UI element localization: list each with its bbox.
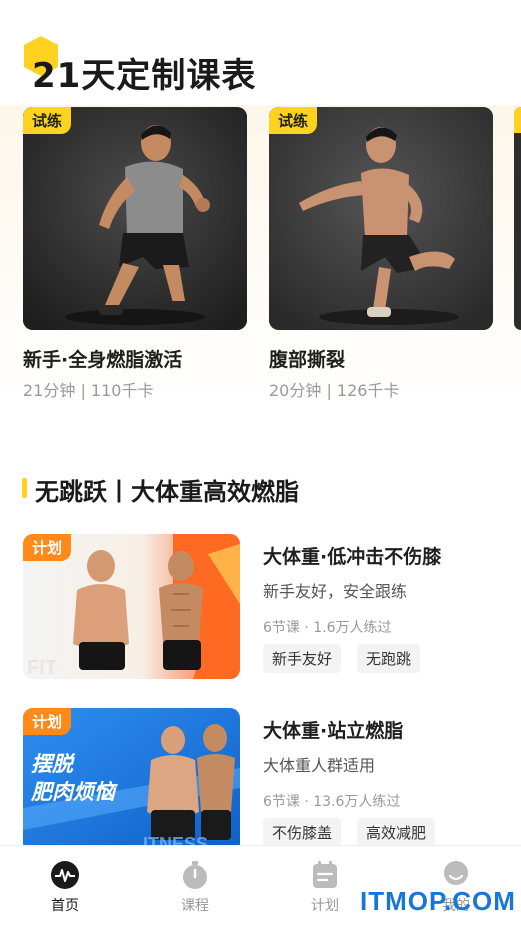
plan-stats: 6节课 · 1.6万人练过	[263, 620, 392, 636]
tab-courses[interactable]: 课程	[155, 860, 235, 915]
plan-thumbnail[interactable]: FIT 计划	[23, 534, 240, 679]
course-thumbnail[interactable]: 试练	[269, 107, 493, 330]
plan-chip: 无跑跳	[357, 644, 421, 673]
calendar-icon	[313, 861, 337, 888]
section-title: 21天定制课表	[32, 56, 257, 96]
course-meta: 20分钟 | 126千卡	[269, 381, 400, 400]
plan-chip: 高效减肥	[357, 818, 436, 847]
plan-chips: 新手友好 无跑跳	[263, 644, 421, 673]
course-thumbnail[interactable]: 试练	[23, 107, 247, 330]
plan-chips: 不伤膝盖 高效减肥	[263, 818, 436, 847]
plan-subtitle: 新手友好，安全跟练	[263, 582, 408, 601]
plan-card[interactable]: FIT 计划 大体重·低冲击不伤膝 新手友好，安全跟练 6节课 · 1.6万人练…	[23, 534, 503, 680]
tab-label: 首页	[51, 898, 79, 914]
plan-title: 大体重·低冲击不伤膝	[263, 546, 442, 568]
stopwatch-icon	[183, 861, 207, 889]
course-name: 新手·全身燃脂激活	[23, 349, 183, 371]
course-card[interactable]: 试练 腹部撕裂 20分钟 | 126千卡	[269, 107, 493, 400]
svg-text:FIT: FIT	[27, 657, 57, 679]
plan-title: 大体重·站立燃脂	[263, 720, 404, 742]
plan-tag: 计划	[23, 534, 72, 561]
athlete-image	[269, 107, 493, 330]
watermark: ITMOP.COM	[360, 886, 516, 916]
banner-headline-2: 肥肉烦恼	[31, 780, 115, 804]
plan-card[interactable]: ITNESS 摆脱 肥肉烦恼 计划 大体重·站立燃脂 大体重人群适用 6节课 ·…	[23, 708, 503, 854]
section-title: 无跳跃丨大体重高效燃脂	[35, 478, 299, 506]
tab-plan[interactable]: 计划	[285, 860, 365, 915]
section-accent-bar	[22, 478, 27, 498]
plan-chip: 新手友好	[263, 644, 342, 673]
trial-tag: 试练	[23, 107, 72, 134]
plan-thumbnail[interactable]: ITNESS 摆脱 肥肉烦恼 计划	[23, 708, 240, 853]
pulse-icon	[51, 861, 79, 889]
tab-label: 计划	[311, 898, 339, 914]
plan-subtitle: 大体重人群适用	[263, 756, 376, 775]
tab-home[interactable]: 首页	[25, 860, 105, 915]
banner-headline-1: 摆脱	[31, 752, 73, 776]
course-name: 腹部撕裂	[269, 349, 346, 371]
athlete-image	[23, 107, 247, 330]
plan-tag: 计划	[23, 708, 72, 735]
tab-label: 课程	[181, 898, 209, 914]
course-meta: 21分钟 | 110千卡	[23, 381, 154, 400]
course-card[interactable]: 试练 新手·全身燃脂激活 21分钟 | 110千卡	[23, 107, 247, 400]
plan-stats: 6节课 · 13.6万人练过	[263, 794, 401, 810]
plan-chip: 不伤膝盖	[263, 818, 342, 847]
course-card-peek[interactable]	[514, 107, 521, 330]
trial-tag: 试练	[269, 107, 318, 134]
